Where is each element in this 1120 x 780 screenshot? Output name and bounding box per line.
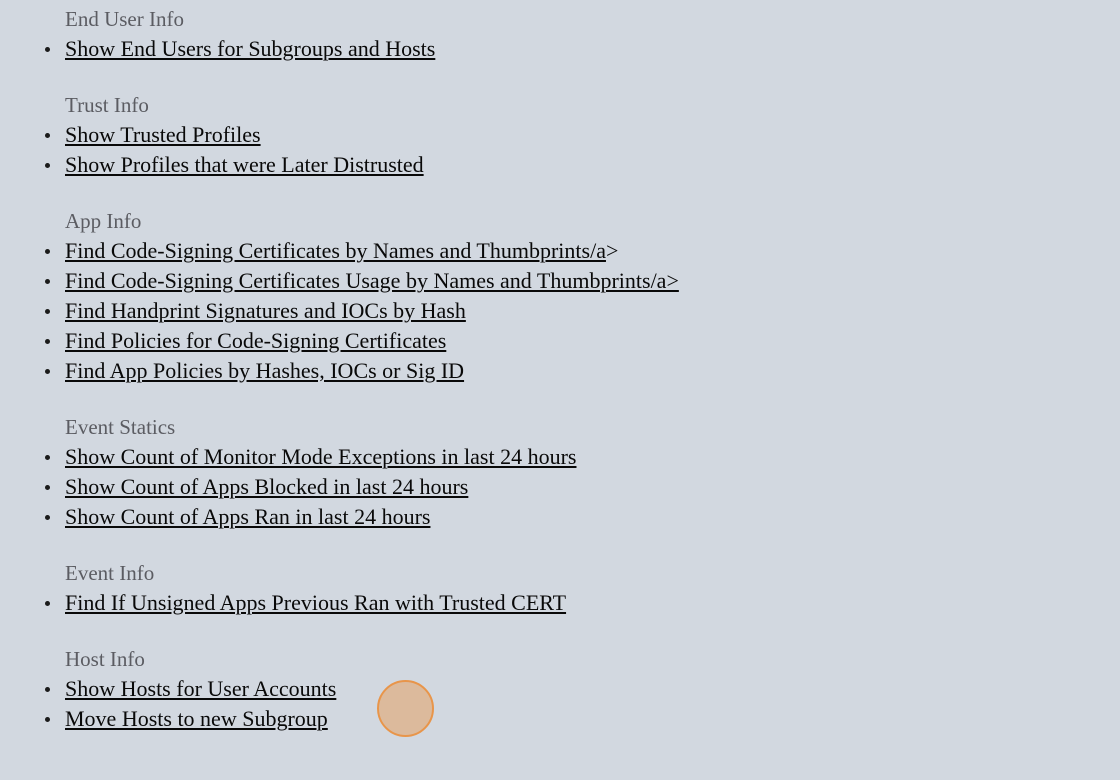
section-heading: Event Info bbox=[65, 561, 155, 585]
query-link[interactable]: Find App Policies by Hashes, IOCs or Sig… bbox=[65, 358, 464, 383]
query-link[interactable]: Show End Users for Subgroups and Hosts bbox=[65, 36, 435, 61]
bullet-icon bbox=[45, 133, 50, 138]
list-item: Find Code-Signing Certificates Usage by … bbox=[0, 266, 1120, 296]
list-item: Show Count of Apps Ran in last 24 hours bbox=[0, 502, 1120, 532]
section-heading: Event Statics bbox=[65, 415, 176, 439]
link-list: Find If Unsigned Apps Previous Ran with … bbox=[0, 588, 1120, 618]
list-item: Move Hosts to new Subgroup bbox=[0, 704, 1120, 734]
query-link[interactable]: Find Code-Signing Certificates Usage by … bbox=[65, 268, 679, 293]
query-link-label: Show Hosts for User Accounts bbox=[65, 676, 337, 701]
query-link-label: Show Count of Monitor Mode Exceptions in… bbox=[65, 444, 577, 469]
query-link-label: Find If Unsigned Apps Previous Ran with … bbox=[65, 590, 567, 615]
list-item: Find Handprint Signatures and IOCs by Ha… bbox=[0, 296, 1120, 326]
section: Event Statics Show Count of Monitor Mode … bbox=[0, 412, 1120, 532]
section: End User Info Show End Users for Subgroup… bbox=[0, 4, 1120, 64]
section-list: End User Info Show End Users for Subgroup… bbox=[0, 4, 1120, 734]
list-item: Show End Users for Subgroups and Hosts bbox=[0, 34, 1120, 64]
bullet-icon bbox=[45, 279, 50, 284]
section: Event Info Find If Unsigned Apps Previous… bbox=[0, 558, 1120, 618]
section: App Info Find Code-Signing Certificates b… bbox=[0, 206, 1120, 386]
bullet-icon bbox=[45, 249, 50, 254]
query-link[interactable]: Show Count of Apps Blocked in last 24 ho… bbox=[65, 474, 468, 499]
query-link[interactable]: Show Count of Apps Ran in last 24 hours bbox=[65, 504, 430, 529]
list-item: Show Count of Apps Blocked in last 24 ho… bbox=[0, 472, 1120, 502]
query-link[interactable]: Show Hosts for User Accounts bbox=[65, 676, 336, 701]
bullet-icon bbox=[45, 515, 50, 520]
section: Host Info Show Hosts for User Accounts Mov… bbox=[0, 644, 1120, 734]
list-item: Show Trusted Profiles bbox=[0, 120, 1120, 150]
query-link[interactable]: Find Code-Signing Certificates by Names … bbox=[65, 238, 618, 263]
link-list: Show Hosts for User Accounts Move Hosts t… bbox=[0, 674, 1120, 734]
bullet-icon bbox=[45, 369, 50, 374]
query-link[interactable]: Show Count of Monitor Mode Exceptions in… bbox=[65, 444, 576, 469]
query-link-trailing: > bbox=[605, 238, 619, 263]
bullet-icon bbox=[45, 339, 50, 344]
bullet-icon bbox=[45, 601, 50, 606]
bullet-icon bbox=[45, 717, 50, 722]
query-link-label: Show Count of Apps Blocked in last 24 ho… bbox=[65, 474, 469, 499]
link-list: Show End Users for Subgroups and Hosts bbox=[0, 34, 1120, 64]
list-item: Find Policies for Code-Signing Certifica… bbox=[0, 326, 1120, 356]
query-link-label: Show Profiles that were Later Distrusted bbox=[65, 152, 424, 177]
section-heading: App Info bbox=[65, 209, 142, 233]
bullet-icon bbox=[45, 455, 50, 460]
bullet-icon bbox=[45, 163, 50, 168]
query-link[interactable]: Move Hosts to new Subgroup bbox=[65, 706, 328, 731]
query-link[interactable]: Show Profiles that were Later Distrusted bbox=[65, 152, 424, 177]
query-link[interactable]: Find Handprint Signatures and IOCs by Ha… bbox=[65, 298, 466, 323]
section-heading: End User Info bbox=[65, 7, 184, 31]
list-item: Show Profiles that were Later Distrusted bbox=[0, 150, 1120, 180]
list-item: Find If Unsigned Apps Previous Ran with … bbox=[0, 588, 1120, 618]
section-heading: Host Info bbox=[65, 647, 145, 671]
query-link[interactable]: Find Policies for Code-Signing Certifica… bbox=[65, 328, 446, 353]
query-link-label: Show Trusted Profiles bbox=[65, 122, 261, 147]
bullet-icon bbox=[45, 687, 50, 692]
query-link-label: Find Code-Signing Certificates Usage by … bbox=[65, 268, 679, 293]
bullet-icon bbox=[45, 485, 50, 490]
query-link[interactable]: Show Trusted Profiles bbox=[65, 122, 261, 147]
page-content: End User Info Show End Users for Subgroup… bbox=[0, 0, 1120, 780]
list-item: Show Hosts for User Accounts bbox=[0, 674, 1120, 704]
link-list: Find Code-Signing Certificates by Names … bbox=[0, 236, 1120, 386]
query-link-label: Move Hosts to new Subgroup bbox=[65, 706, 328, 731]
bullet-icon bbox=[45, 47, 50, 52]
list-item: Show Count of Monitor Mode Exceptions in… bbox=[0, 442, 1120, 472]
query-link-label: Find Handprint Signatures and IOCs by Ha… bbox=[65, 298, 466, 323]
query-link-label: Find Code-Signing Certificates by Names … bbox=[65, 238, 606, 263]
list-item: Find App Policies by Hashes, IOCs or Sig… bbox=[0, 356, 1120, 386]
query-link-label: Show End Users for Subgroups and Hosts bbox=[65, 36, 436, 61]
query-link-label: Find App Policies by Hashes, IOCs or Sig… bbox=[65, 358, 465, 383]
query-link-label: Find Policies for Code-Signing Certifica… bbox=[65, 328, 447, 353]
section-heading: Trust Info bbox=[65, 93, 149, 117]
link-list: Show Count of Monitor Mode Exceptions in… bbox=[0, 442, 1120, 532]
query-link-label: Show Count of Apps Ran in last 24 hours bbox=[65, 504, 431, 529]
link-list: Show Trusted Profiles Show Profiles that … bbox=[0, 120, 1120, 180]
list-item: Find Code-Signing Certificates by Names … bbox=[0, 236, 1120, 266]
section: Trust Info Show Trusted Profiles Show Prof… bbox=[0, 90, 1120, 180]
bullet-icon bbox=[45, 309, 50, 314]
query-link[interactable]: Find If Unsigned Apps Previous Ran with … bbox=[65, 590, 566, 615]
